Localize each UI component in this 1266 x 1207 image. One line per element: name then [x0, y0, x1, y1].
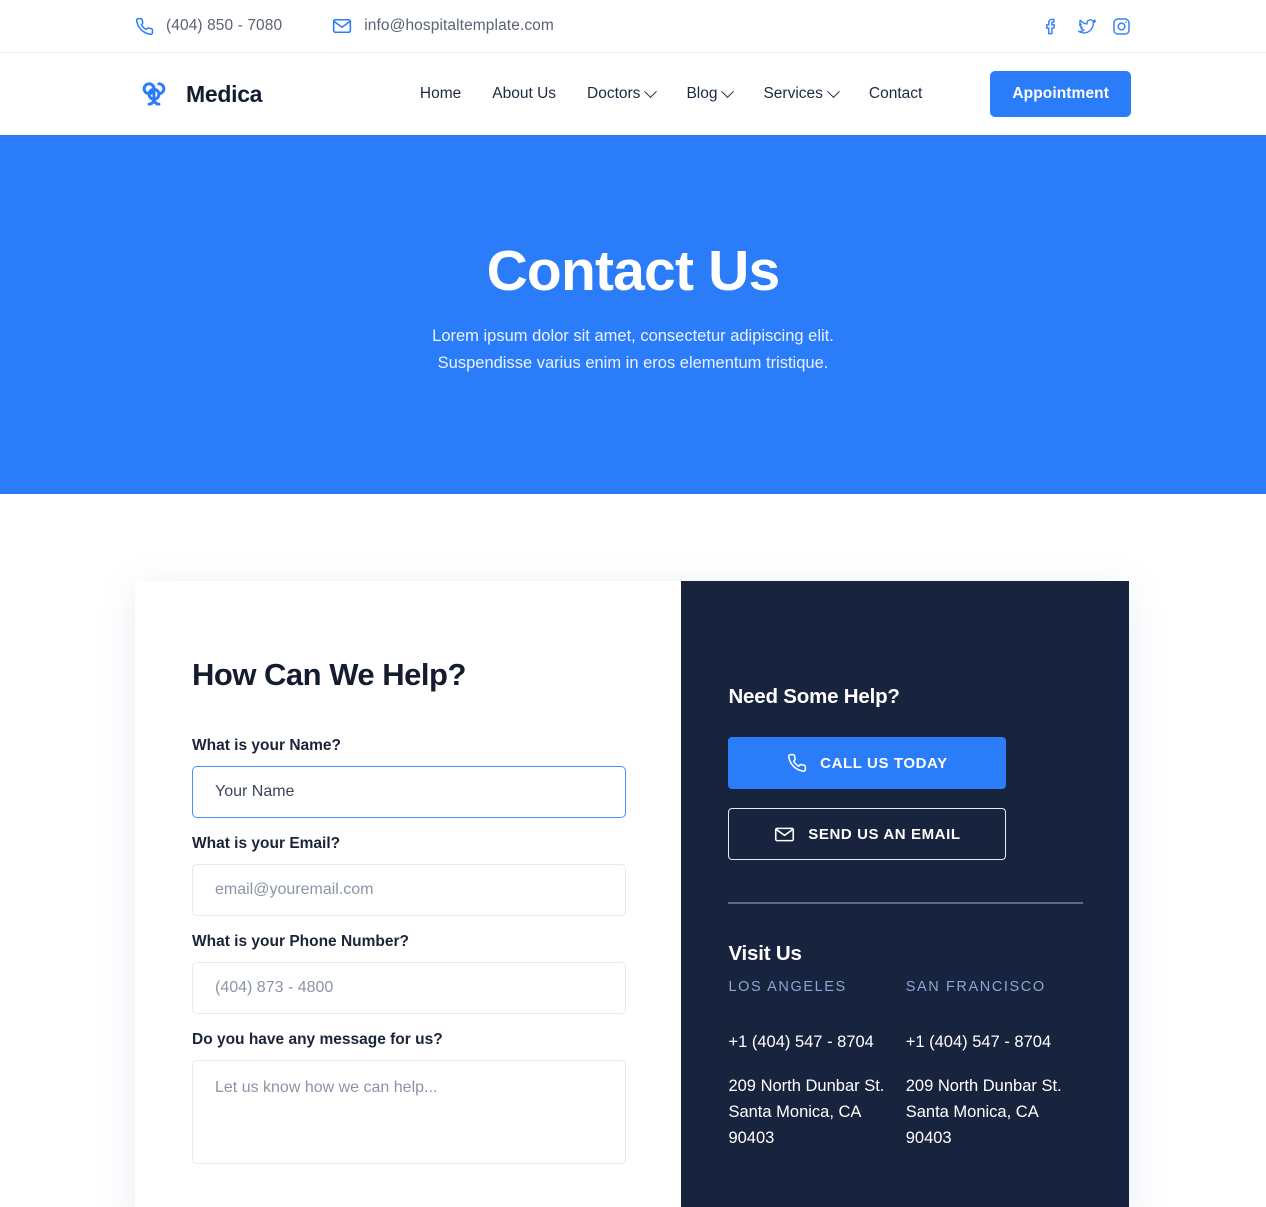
address-line-1: 209 North Dunbar St. [905, 1076, 1062, 1095]
chevron-down-icon [827, 84, 840, 98]
topbar-phone[interactable]: (404) 850 - 7080 [135, 17, 282, 36]
phone-input[interactable] [192, 962, 627, 1014]
mail-icon [332, 16, 352, 36]
location-phone[interactable]: +1 (404) 547 - 8704 [728, 1033, 905, 1052]
contact-form-panel: How Can We Help? What is your Name? What… [135, 581, 682, 1207]
address-line-3: 90403 [905, 1128, 952, 1147]
hero-banner: Contact Us Lorem ipsum dolor sit amet, c… [0, 135, 1266, 494]
visit-us-title: Visit Us [728, 941, 802, 965]
topbar-email[interactable]: info@hospitaltemplate.com [332, 16, 554, 36]
topbar-phone-text: (404) 850 - 7080 [166, 17, 283, 34]
top-utility-bar: (404) 850 - 7080 info@hospitaltemplate.c… [0, 0, 1266, 53]
email-input[interactable] [192, 864, 627, 916]
twitter-icon[interactable] [1077, 17, 1097, 36]
topbar-email-text: info@hospitaltemplate.com [364, 17, 554, 34]
chevron-down-icon [644, 84, 658, 98]
panel-divider [728, 902, 1083, 904]
location-los-angeles: LOS ANGELES +1 (404) 547 - 8704 209 Nort… [728, 979, 905, 1151]
send-email-label: SEND US AN EMAIL [808, 825, 961, 843]
chevron-down-icon [721, 84, 735, 98]
topbar-contact-group: (404) 850 - 7080 info@hospitaltemplate.c… [135, 16, 554, 36]
field-message: Do you have any message for us? [192, 1031, 627, 1169]
mail-icon [774, 824, 795, 845]
page-title: Contact Us [486, 239, 781, 303]
nav-item-contact[interactable]: Contact [869, 85, 922, 103]
nav-item-home[interactable]: Home [420, 85, 461, 103]
call-us-today-label: CALL US TODAY [820, 754, 948, 772]
location-address: 209 North Dunbar St. Santa Monica, CA 90… [728, 1073, 905, 1151]
address-line-1: 209 North Dunbar St. [728, 1076, 885, 1095]
field-label-message: Do you have any message for us? [192, 1031, 443, 1048]
nav-label-doctors: Doctors [587, 85, 641, 102]
name-input[interactable] [192, 766, 627, 818]
instagram-icon[interactable] [1112, 17, 1131, 36]
location-address: 209 North Dunbar St. Santa Monica, CA 90… [906, 1073, 1083, 1151]
field-email: What is your Email? [192, 835, 627, 916]
contact-info-panel: Need Some Help? CALL US TODAY SEND US AN… [681, 581, 1129, 1207]
location-san-francisco: SAN FRANCISCO +1 (404) 547 - 8704 209 No… [906, 979, 1083, 1151]
nav-label-blog: Blog [686, 85, 718, 102]
need-help-title: Need Some Help? [728, 685, 900, 708]
address-line-2: Santa Monica, CA [905, 1102, 1039, 1121]
field-label-phone: What is your Phone Number? [192, 933, 410, 950]
location-city-name: SAN FRANCISCO [905, 978, 1046, 995]
nav-item-services[interactable]: Services [763, 84, 840, 103]
address-line-3: 90403 [728, 1128, 775, 1147]
phone-icon [787, 753, 807, 773]
nav-item-doctors[interactable]: Doctors [587, 84, 658, 103]
message-textarea[interactable] [192, 1060, 627, 1164]
nav-label-services: Services [763, 85, 823, 102]
brand-logo-link[interactable]: Medica [135, 75, 262, 113]
phone-icon [135, 17, 154, 36]
hero-subtitle: Lorem ipsum dolor sit amet, consectetur … [432, 323, 834, 377]
facebook-icon[interactable] [1042, 17, 1061, 36]
field-phone: What is your Phone Number? [192, 933, 627, 1014]
send-email-button[interactable]: SEND US AN EMAIL [728, 808, 1007, 860]
nav-label-contact: Contact [868, 85, 923, 102]
field-label-name: What is your Name? [192, 737, 341, 754]
nav-label-home: Home [419, 85, 462, 102]
medica-clover-logo-icon [135, 75, 173, 113]
site-header: Medica Home About Us Doctors Blog Servic… [0, 53, 1266, 135]
locations-list: LOS ANGELES +1 (404) 547 - 8704 209 Nort… [728, 979, 1083, 1151]
nav-label-about-us: About Us [492, 85, 557, 102]
brand-name: Medica [186, 80, 263, 107]
field-label-email: What is your Email? [192, 835, 341, 852]
nav-item-blog[interactable]: Blog [686, 84, 735, 103]
nav-item-about-us[interactable]: About Us [492, 85, 556, 103]
form-title: How Can We Help? [192, 657, 466, 692]
field-name: What is your Name? [192, 737, 627, 818]
location-city-name: LOS ANGELES [728, 978, 847, 995]
location-phone[interactable]: +1 (404) 547 - 8704 [906, 1033, 1083, 1052]
social-links [1042, 17, 1131, 36]
contact-card: How Can We Help? What is your Name? What… [135, 581, 1129, 1207]
hero-subtitle-line2: Suspendisse varius enim in eros elementu… [437, 354, 829, 372]
address-line-2: Santa Monica, CA [728, 1102, 862, 1121]
call-us-today-button[interactable]: CALL US TODAY [728, 737, 1007, 789]
main-nav: Home About Us Doctors Blog Services Cont… [420, 71, 1131, 117]
hero-subtitle-line1: Lorem ipsum dolor sit amet, consectetur … [432, 327, 834, 345]
appointment-button[interactable]: Appointment [990, 71, 1131, 117]
